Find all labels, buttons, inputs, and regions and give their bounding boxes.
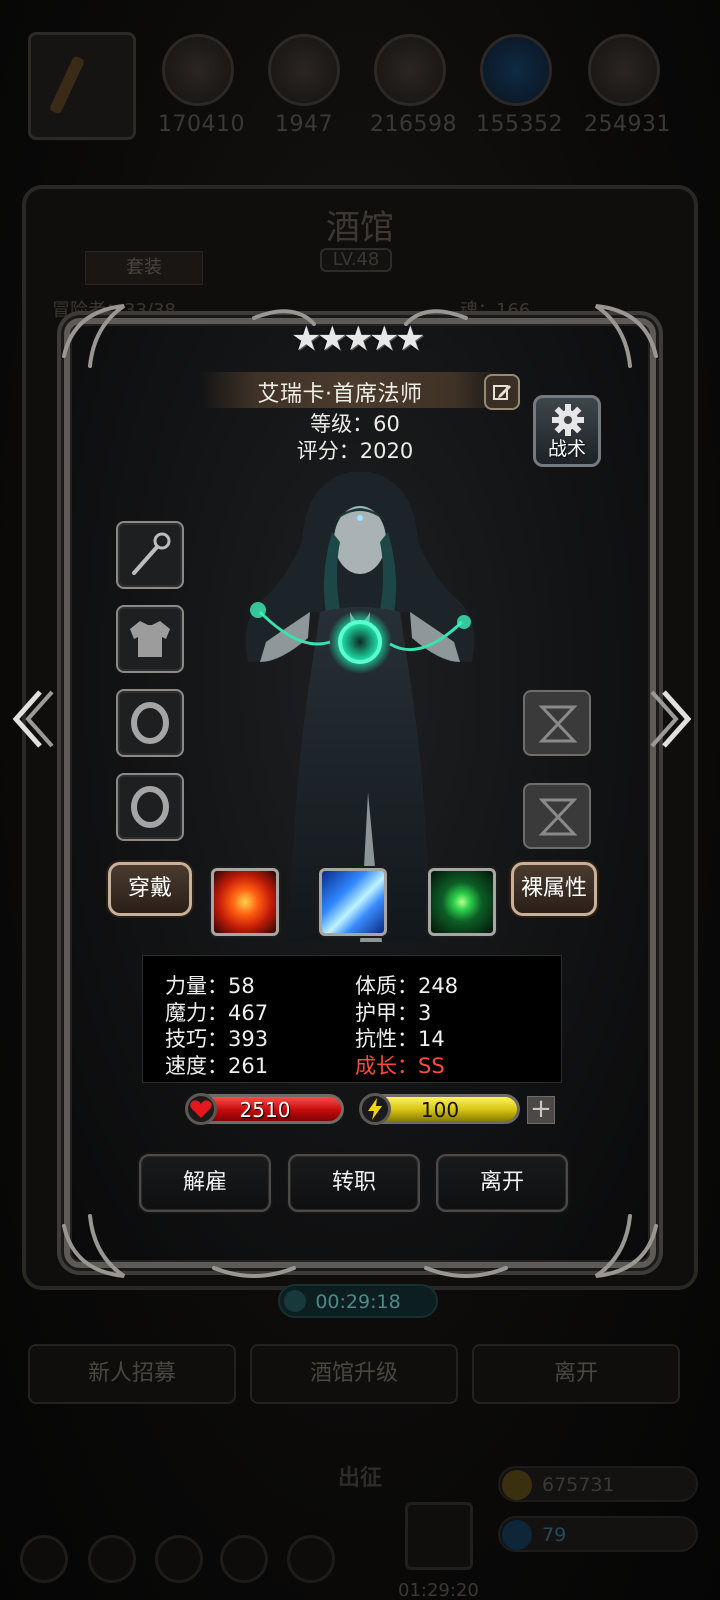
ore-icon	[374, 34, 446, 106]
naked-attributes-button[interactable]: 裸属性	[511, 862, 597, 916]
armor-icon	[130, 621, 170, 657]
armor-slot[interactable]	[116, 605, 184, 673]
ring-slot-1[interactable]	[116, 689, 184, 757]
ice-skill-icon[interactable]	[319, 868, 387, 936]
job-change-button[interactable]: 转职	[288, 1154, 420, 1212]
star-icon: ★	[395, 319, 426, 359]
player-avatar	[28, 32, 136, 140]
ring-icon	[131, 702, 169, 744]
tactics-button[interactable]: 战术	[533, 395, 601, 467]
energy-value: 100	[420, 1098, 460, 1122]
hourglass-icon	[539, 705, 577, 743]
hero-stats-panel: 力量：58 体质：248 魔力：467 护甲：3 技巧：393 抗性：14 速度…	[142, 955, 562, 1083]
resource-axe: 170410	[158, 34, 245, 137]
crystal-icon	[480, 34, 552, 106]
gold-value: 675731	[542, 1474, 615, 1496]
resource-log: 1947	[264, 34, 344, 137]
gear-icon	[552, 404, 584, 436]
iron-icon	[588, 34, 660, 106]
hero-level: 等级：60	[310, 412, 400, 436]
leave-button[interactable]: 离开	[436, 1154, 568, 1212]
stat-resistance: 抗性：14	[355, 1027, 445, 1051]
edit-icon	[493, 385, 511, 400]
fire-skill-icon[interactable]	[211, 868, 279, 936]
nav-icon	[287, 1535, 335, 1583]
resource-value: 155352	[476, 112, 563, 137]
resource-value: 216598	[370, 112, 457, 137]
next-hero-arrow-icon[interactable]	[648, 688, 694, 750]
staff-icon	[132, 532, 171, 575]
hero-score: 评分：2020	[296, 439, 414, 463]
wear-button[interactable]: 穿戴	[108, 862, 192, 916]
axe-icon	[162, 34, 234, 106]
nav-icon	[155, 1535, 203, 1583]
nature-skill-icon[interactable]	[428, 868, 496, 936]
tavern-level: LV.48	[320, 248, 392, 272]
tavern-leave-button: 离开	[472, 1344, 680, 1404]
hero-star-rating: ★ ★ ★ ★ ★	[291, 319, 426, 362]
hero-name: 艾瑞卡·首席法师	[257, 382, 423, 407]
stat-speed: 速度：261	[165, 1054, 269, 1078]
hp-value: 2510	[239, 1098, 291, 1122]
recruit-button: 新人招募	[28, 1344, 236, 1404]
tactics-label: 战术	[547, 438, 586, 460]
timer-text: 00:29:18	[315, 1291, 401, 1313]
dismiss-button[interactable]: 解雇	[139, 1154, 271, 1212]
resource-iron: 254931	[584, 34, 671, 137]
star-icon: ★	[317, 319, 348, 359]
add-energy-button[interactable]: +	[527, 1096, 555, 1124]
gift-timer: 01:29:20	[398, 1580, 479, 1600]
resource-ore: 216598	[370, 34, 457, 137]
energy-bar: 100	[359, 1093, 520, 1125]
locked-slot-2[interactable]	[523, 783, 591, 849]
nav-icon	[220, 1535, 268, 1583]
ring-icon	[131, 786, 169, 828]
gold-coin-icon	[502, 1470, 532, 1500]
stat-constitution: 体质：248	[355, 974, 459, 998]
ring-slot-2[interactable]	[116, 773, 184, 841]
tavern-upgrade-button: 酒馆升级	[250, 1344, 458, 1404]
stat-skill: 技巧：393	[165, 1027, 269, 1051]
star-icon: ★	[369, 319, 400, 359]
rename-button[interactable]	[484, 374, 520, 410]
tavern-timer: 00:29:18	[278, 1284, 438, 1318]
gold-counter: 675731	[498, 1466, 698, 1502]
star-icon: ★	[343, 319, 374, 359]
resource-value: 170410	[158, 112, 245, 137]
log-icon	[268, 34, 340, 106]
nav-icon	[88, 1535, 136, 1583]
suit-tab: 套装	[85, 251, 203, 285]
resource-bar: 170410 1947 216598 155352 254931	[28, 28, 700, 143]
stat-growth: 成长：SS	[355, 1054, 445, 1078]
gem-counter: 79	[498, 1516, 698, 1552]
gift-icon	[405, 1502, 473, 1570]
tavern-title: 酒馆	[326, 208, 394, 248]
resource-value: 254931	[584, 112, 671, 137]
weapon-slot[interactable]	[116, 521, 184, 589]
nav-icon	[20, 1535, 68, 1583]
gem-value: 79	[542, 1524, 567, 1546]
previous-hero-arrow-icon[interactable]	[10, 688, 56, 750]
hero-name-plate: 艾瑞卡·首席法师	[200, 372, 510, 408]
hp-bar: 2510	[185, 1093, 344, 1125]
hourglass-icon	[539, 798, 577, 836]
gem-icon	[502, 1520, 532, 1550]
stat-strength: 力量：58	[165, 974, 255, 998]
locked-slot-1[interactable]	[523, 690, 591, 756]
resource-value: 1947	[275, 112, 333, 137]
star-icon: ★	[291, 319, 322, 359]
resource-crystal: 155352	[476, 34, 563, 137]
